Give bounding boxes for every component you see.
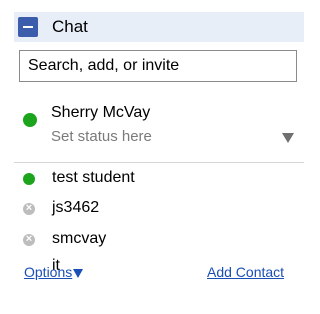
options-link[interactable]: Options xyxy=(24,264,84,280)
online-status-icon xyxy=(23,113,37,127)
contact-item[interactable]: test student xyxy=(14,166,304,192)
offline-status-icon xyxy=(23,201,35,215)
status-dropdown-icon[interactable] xyxy=(282,133,294,143)
online-status-icon xyxy=(23,173,35,185)
collapse-button[interactable] xyxy=(18,17,38,37)
triangle-down-icon xyxy=(73,268,84,278)
search-input[interactable] xyxy=(19,50,297,82)
contact-name: test student xyxy=(52,169,135,186)
chat-header: Chat xyxy=(14,12,304,42)
chat-title: Chat xyxy=(52,17,88,36)
contact-name: js3462 xyxy=(52,199,100,216)
contact-item[interactable]: js3462 xyxy=(14,196,304,222)
divider xyxy=(14,162,304,163)
contact-name: smcvay xyxy=(52,230,107,247)
my-presence: Sherry McVay Set status here xyxy=(14,102,304,156)
my-name: Sherry McVay xyxy=(51,104,151,121)
status-message-field[interactable]: Set status here xyxy=(51,128,152,145)
options-label: Options xyxy=(24,264,73,280)
offline-status-icon xyxy=(23,232,35,246)
chat-panel: Chat Sherry McVay Set status here test s… xyxy=(0,0,304,314)
contact-item[interactable]: smcvay xyxy=(14,227,304,253)
add-contact-link[interactable]: Add Contact xyxy=(207,264,284,280)
